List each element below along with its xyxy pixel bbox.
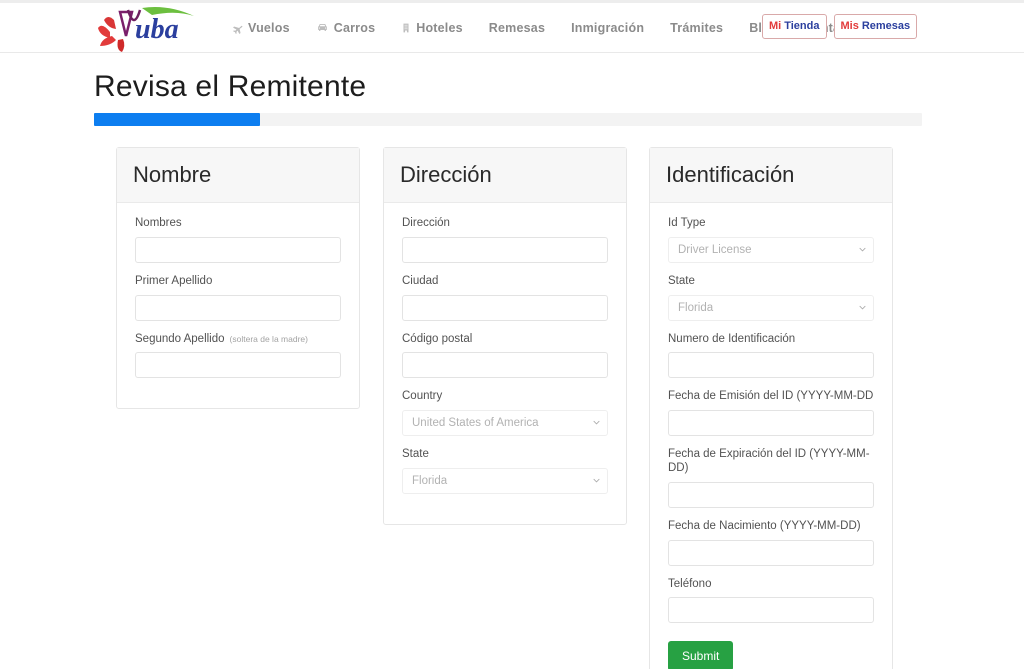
nav-item-vuelos[interactable]: Vuelos — [218, 21, 303, 35]
field-segundo-apellido: Segundo Apellido (soltera de la madre) — [135, 333, 341, 379]
card-identificacion-header: Identificación — [650, 148, 892, 203]
field-ciudad: Ciudad — [402, 275, 608, 321]
ciudad-input[interactable] — [402, 294, 608, 321]
vacuba-logo[interactable]: uba — [90, 2, 210, 52]
label-numero-identificacion: Numero de Identificación — [668, 332, 796, 345]
codigo-postal-input[interactable] — [402, 352, 608, 379]
label-fecha-nacimiento: Fecha de Nacimiento (YYYY-MM-DD) — [668, 519, 861, 532]
label-segundo-apellido-hint: (soltera de la madre) — [229, 333, 308, 344]
mis-remesas-label-first: Mis — [840, 20, 859, 32]
id-type-select-wrap: Driver License — [668, 236, 874, 263]
nav-label: Trámites — [670, 21, 724, 35]
mis-remesas-label-second: Remesas — [861, 20, 911, 32]
field-id-type: Id Type Driver License — [668, 217, 874, 263]
label-codigo-postal: Código postal — [402, 332, 473, 345]
label-direccion: Dirección — [402, 217, 450, 229]
progress-bar-fill — [94, 113, 260, 126]
label-nombres: Nombres — [135, 217, 182, 229]
nav-item-remesas[interactable]: Remesas — [476, 21, 558, 35]
field-country: Country United States of America — [402, 390, 608, 437]
card-identificacion-title: Identificación — [666, 162, 795, 187]
card-direccion: Dirección Dirección Ciudad Código postal… — [383, 147, 627, 525]
id-type-select[interactable]: Driver License — [668, 236, 874, 263]
fecha-expiracion-input[interactable] — [668, 481, 874, 508]
country-select-wrap: United States of America — [402, 410, 608, 437]
field-state-direccion: State Florida — [402, 448, 608, 494]
mis-remesas-button[interactable]: Mis Remesas — [833, 14, 918, 39]
direccion-input[interactable] — [402, 236, 608, 263]
label-segundo-apellido-text: Segundo Apellido — [135, 332, 225, 345]
primer-apellido-input[interactable] — [135, 294, 341, 321]
field-codigo-postal: Código postal — [402, 333, 608, 379]
card-nombre-title: Nombre — [133, 162, 212, 187]
card-nombre-body: Nombres Primer Apellido Segundo Apellido… — [117, 203, 359, 408]
nav-label: Vuelos — [248, 21, 290, 35]
label-fecha-expiracion: Fecha de Expiración del ID (YYYY-MM-DD) — [668, 448, 870, 474]
hotel-icon — [401, 22, 411, 34]
nav-item-inmigracion[interactable]: Inmigración — [558, 21, 657, 35]
field-fecha-emision: Fecha de Emisión del ID (YYYY-MM-DD — [668, 390, 874, 437]
svg-text:uba: uba — [135, 14, 179, 45]
field-direccion: Dirección — [402, 217, 608, 263]
nav-label: Remesas — [488, 21, 546, 35]
submit-button[interactable]: Submit — [668, 641, 734, 669]
header-action-buttons: Mi Tienda Mis Remesas — [762, 14, 918, 39]
state-direccion-select-wrap: Florida — [402, 467, 608, 494]
fecha-emision-input[interactable] — [668, 410, 874, 437]
label-segundo-apellido: Segundo Apellido (soltera de la madre) — [135, 333, 341, 347]
field-telefono: Teléfono — [668, 578, 874, 624]
nav-item-tramites[interactable]: Trámites — [657, 21, 736, 35]
country-select[interactable]: United States of America — [402, 410, 608, 437]
mi-tienda-button[interactable]: Mi Tienda — [762, 14, 827, 39]
plane-icon — [231, 22, 243, 34]
label-telefono: Teléfono — [668, 577, 712, 590]
label-id-type: Id Type — [668, 217, 706, 229]
label-country: Country — [402, 390, 443, 403]
mi-tienda-label-second: Tienda — [784, 20, 820, 32]
page-root: uba Vuelos Carros Hoteles Remesas Inmigr… — [0, 0, 1024, 669]
fecha-nacimiento-input[interactable] — [668, 539, 874, 566]
label-ciudad: Ciudad — [402, 274, 439, 287]
field-nombres: Nombres — [135, 217, 341, 263]
state-identificacion-select-wrap: Florida — [668, 294, 874, 321]
telefono-input[interactable] — [668, 597, 874, 624]
field-state-identificacion: State Florida — [668, 275, 874, 321]
field-fecha-nacimiento: Fecha de Nacimiento (YYYY-MM-DD) — [668, 520, 874, 566]
field-fecha-expiracion: Fecha de Expiración del ID (YYYY-MM-DD) — [668, 448, 874, 508]
card-direccion-header: Dirección — [384, 148, 626, 203]
page-title: Revisa el Remitente — [94, 70, 367, 103]
card-direccion-title: Dirección — [400, 162, 492, 187]
card-nombre-header: Nombre — [117, 148, 359, 203]
segundo-apellido-input[interactable] — [135, 352, 341, 379]
card-identificacion-body: Id Type Driver License State Florida Num… — [650, 203, 892, 669]
label-primer-apellido: Primer Apellido — [135, 274, 213, 287]
nav-item-hoteles[interactable]: Hoteles — [388, 21, 476, 35]
card-direccion-body: Dirección Ciudad Código postal Country U… — [384, 203, 626, 524]
nav-label: Carros — [333, 21, 376, 35]
car-icon — [316, 22, 329, 34]
mi-tienda-label-first: Mi — [769, 20, 782, 32]
field-primer-apellido: Primer Apellido — [135, 275, 341, 321]
nav-item-carros[interactable]: Carros — [303, 21, 389, 35]
label-state-identificacion: State — [668, 274, 695, 287]
label-state-direccion: State — [402, 448, 429, 461]
progress-bar-track — [94, 113, 922, 126]
state-direccion-select[interactable]: Florida — [402, 467, 608, 494]
vacuba-logo-icon: uba — [98, 7, 194, 52]
numero-identificacion-input[interactable] — [668, 352, 874, 379]
nombres-input[interactable] — [135, 236, 341, 263]
nav-label: Inmigración — [571, 21, 645, 35]
card-nombre: Nombre Nombres Primer Apellido Segundo A… — [116, 147, 360, 410]
field-numero-identificacion: Numero de Identificación — [668, 333, 874, 379]
label-fecha-emision: Fecha de Emisión del ID (YYYY-MM-DD — [668, 390, 874, 403]
nav-label: Hoteles — [416, 21, 463, 35]
card-identificacion: Identificación Id Type Driver License St… — [649, 147, 893, 669]
site-header: uba Vuelos Carros Hoteles Remesas Inmigr… — [0, 3, 1024, 53]
state-identificacion-select[interactable]: Florida — [668, 294, 874, 321]
